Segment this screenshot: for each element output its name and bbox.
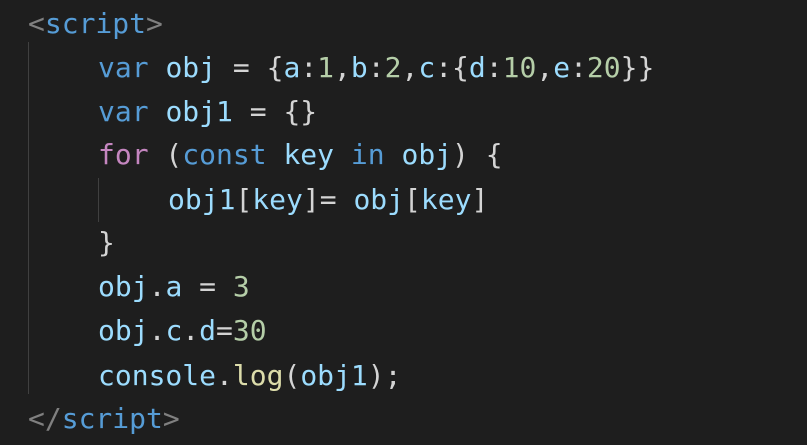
indent-guide	[28, 42, 29, 394]
code-token: :	[367, 51, 385, 84]
code-token: d	[199, 314, 217, 347]
code-token: obj	[401, 138, 453, 171]
code-line: obj.a = 3	[98, 265, 250, 309]
code-token: );	[367, 359, 402, 392]
code-token: a	[283, 51, 301, 84]
code-token: a	[165, 270, 183, 303]
code-token: </	[28, 402, 62, 435]
code-token: .	[148, 314, 166, 347]
code-token: >	[162, 402, 180, 435]
code-token: .	[148, 270, 166, 303]
code-token: obj	[98, 270, 149, 303]
code-token: for	[98, 138, 149, 171]
code-token: ,	[334, 51, 351, 84]
code-line: obj.c.d=30	[98, 309, 267, 353]
code-token: ,	[536, 51, 554, 84]
code-token: var	[98, 51, 149, 84]
code-token: =	[216, 314, 233, 347]
code-token: 20	[586, 51, 621, 84]
code-token: ]=	[302, 183, 354, 216]
code-token: }}	[620, 51, 655, 84]
code-token: :	[485, 51, 503, 84]
code-line: </script>	[28, 397, 180, 441]
code-token: b	[350, 51, 368, 84]
code-token: }	[98, 226, 115, 259]
code-token: 3	[232, 270, 250, 303]
code-token: obj	[165, 51, 217, 84]
code-token: c	[418, 51, 436, 84]
code-token: (	[148, 138, 183, 171]
code-token: var	[98, 95, 149, 128]
code-token: console	[98, 359, 217, 392]
code-token: log	[232, 359, 284, 392]
code-token: obj	[98, 314, 149, 347]
code-token: obj1	[300, 359, 368, 392]
code-line: console.log(obj1);	[98, 354, 401, 398]
code-token: in	[350, 138, 385, 171]
code-line: <script>	[28, 2, 163, 46]
code-line: var obj1 = {}	[98, 90, 317, 134]
code-token: 30	[232, 314, 267, 347]
code-token: = {	[216, 51, 284, 84]
code-token: obj1	[165, 95, 233, 128]
code-editor[interactable]: <script> var obj = {a:1,b:2,c:{d:10,e:20…	[0, 0, 807, 445]
code-line: for (const key in obj) {	[98, 133, 503, 177]
code-token: ) {	[452, 138, 503, 171]
code-token: [	[235, 183, 253, 216]
code-token: <	[28, 7, 45, 40]
code-token: d	[468, 51, 486, 84]
code-token: obj	[353, 183, 405, 216]
code-token: = {}	[232, 95, 318, 128]
code-token: [	[404, 183, 421, 216]
code-line: }	[98, 221, 115, 265]
code-token: 2	[384, 51, 402, 84]
code-token: :	[570, 51, 587, 84]
code-token: .	[182, 314, 200, 347]
code-line: obj1[key]= obj[key]	[168, 178, 488, 222]
code-token: =	[182, 270, 233, 303]
code-line: var obj = {a:1,b:2,c:{d:10,e:20}}	[98, 46, 654, 90]
code-token: key	[420, 183, 472, 216]
code-token: 10	[502, 51, 537, 84]
code-token: :{	[435, 51, 469, 84]
code-token: e	[553, 51, 571, 84]
code-token: 1	[317, 51, 335, 84]
code-token: (	[283, 359, 301, 392]
code-token: key	[252, 183, 303, 216]
code-token: .	[216, 359, 233, 392]
code-token: c	[165, 314, 183, 347]
code-token: >	[146, 7, 163, 40]
code-token: const	[182, 138, 267, 171]
code-token: :	[300, 51, 318, 84]
code-token: script	[61, 402, 163, 435]
code-token: script	[44, 7, 147, 40]
indent-guide	[98, 178, 99, 222]
code-token: ,	[401, 51, 419, 84]
code-token: obj1	[168, 183, 236, 216]
code-token: ]	[471, 183, 489, 216]
code-token: key	[283, 138, 335, 171]
